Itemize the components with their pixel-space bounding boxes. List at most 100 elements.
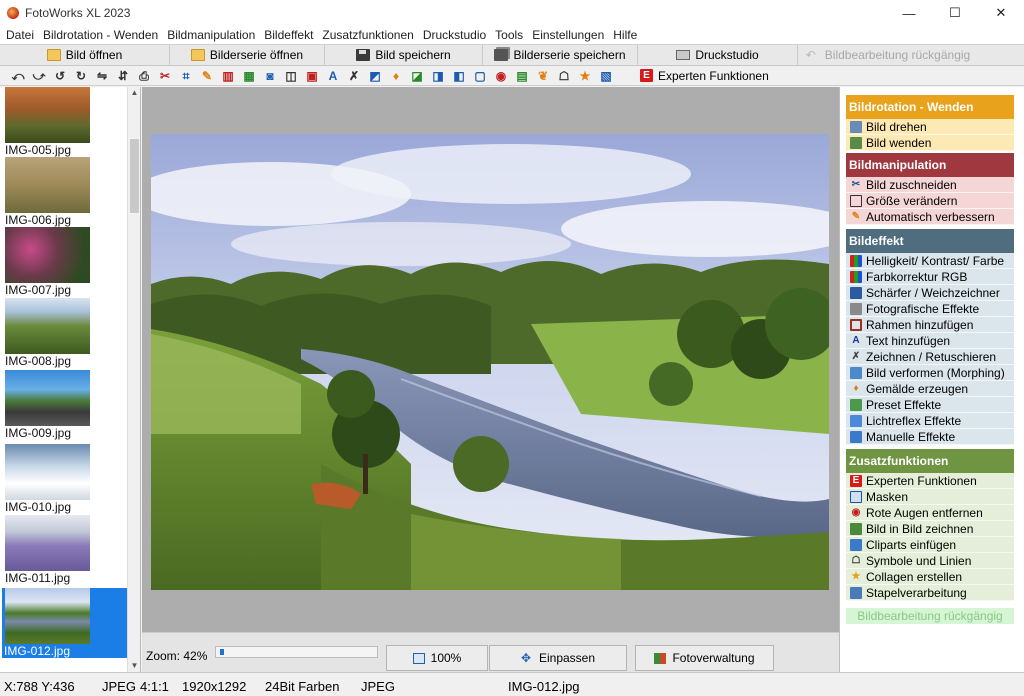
picture-in-picture-icon[interactable]: ▤ bbox=[515, 69, 529, 83]
scroll-down-icon[interactable]: ▼ bbox=[128, 660, 140, 672]
mask-icon[interactable]: ▢ bbox=[473, 69, 487, 83]
manual-effects-icon[interactable]: ◧ bbox=[452, 69, 466, 83]
draw-icon[interactable]: ✗ bbox=[347, 69, 361, 83]
rotate-right-icon[interactable]: ⤻ bbox=[32, 69, 46, 83]
farbkorrektur-item[interactable]: Farbkorrektur RGB bbox=[846, 269, 1014, 285]
groesse-item[interactable]: Größe verändern bbox=[846, 193, 1014, 209]
bild-in-bild-item[interactable]: Bild in Bild zeichnen bbox=[846, 521, 1014, 537]
thumbnail-item[interactable]: IMG-010.jpg bbox=[3, 444, 126, 514]
cliparts-item[interactable]: Cliparts einfügen bbox=[846, 537, 1014, 553]
manual-effects-icon bbox=[850, 430, 862, 443]
rotate-left-icon[interactable]: ⤺ bbox=[11, 69, 25, 83]
resize-icon[interactable]: ⌗ bbox=[179, 69, 193, 83]
main-photo[interactable] bbox=[151, 134, 829, 590]
zoom-100-button[interactable]: 100% bbox=[386, 645, 488, 671]
experten-item[interactable]: E Experten Funktionen bbox=[846, 473, 1014, 489]
bild-drehen-item[interactable]: Bild drehen bbox=[846, 119, 1014, 135]
flip-vertical-icon[interactable]: ⇵ bbox=[116, 69, 130, 83]
symbols-icon[interactable]: ☖ bbox=[557, 69, 571, 83]
color-rgb-icon[interactable]: ▦ bbox=[242, 69, 256, 83]
brightness-icon[interactable]: ▥ bbox=[221, 69, 235, 83]
sidebar-undo-button[interactable]: Bildbearbeitung rückgängig bbox=[846, 608, 1014, 624]
photo-effects-icon[interactable]: ◫ bbox=[284, 69, 298, 83]
thumbnail-scrollbar[interactable]: ▲ ▼ bbox=[127, 87, 140, 672]
lens-flare-icon[interactable]: ◨ bbox=[431, 69, 445, 83]
preset-item[interactable]: Preset Effekte bbox=[846, 397, 1014, 413]
undo-button[interactable]: ↶ Bildbearbeitung rückgängig bbox=[798, 45, 978, 65]
collagen-item[interactable]: ★ Collagen erstellen bbox=[846, 569, 1014, 585]
lichtreflex-item[interactable]: Lichtreflex Effekte bbox=[846, 413, 1014, 429]
flip-horizontal-icon[interactable]: ⇋ bbox=[95, 69, 109, 83]
scroll-up-icon[interactable]: ▲ bbox=[128, 87, 140, 99]
thumbnail-item[interactable]: IMG-005.jpg bbox=[3, 87, 126, 157]
menu-hilfe[interactable]: Hilfe bbox=[610, 28, 640, 42]
menu-einstellungen[interactable]: Einstellungen bbox=[529, 28, 607, 42]
text-icon[interactable]: A bbox=[326, 69, 340, 83]
masken-item[interactable]: Masken bbox=[846, 489, 1014, 505]
thumbnail-image bbox=[5, 298, 90, 354]
image-canvas bbox=[142, 87, 839, 632]
minimize-button[interactable]: — bbox=[886, 0, 932, 26]
print-icon[interactable]: ⎙ bbox=[137, 69, 151, 83]
gemaelde-item[interactable]: ♦ Gemälde erzeugen bbox=[846, 381, 1014, 397]
frame-icon[interactable]: ▣ bbox=[305, 69, 319, 83]
open-image-button[interactable]: Bild öffnen bbox=[0, 45, 170, 65]
save-image-button[interactable]: Bild speichern bbox=[325, 45, 483, 65]
preset-icon[interactable]: ◪ bbox=[410, 69, 424, 83]
zoom-slider-handle[interactable] bbox=[220, 649, 224, 655]
zuschneiden-item[interactable]: ✂ Bild zuschneiden bbox=[846, 177, 1014, 193]
maximize-button[interactable]: ☐ bbox=[932, 0, 978, 26]
undo-icon: ↶ bbox=[805, 48, 816, 62]
symbols-icon: ☖ bbox=[851, 554, 861, 566]
open-series-button[interactable]: Bilderserie öffnen bbox=[170, 45, 325, 65]
fotografische-item[interactable]: Fotografische Effekte bbox=[846, 301, 1014, 317]
zoom-slider[interactable] bbox=[215, 646, 378, 658]
thumbnail-item[interactable]: IMG-009.jpg bbox=[3, 370, 126, 440]
menu-zusatzfunktionen[interactable]: Zusatzfunktionen bbox=[319, 28, 416, 42]
thumbnail-item[interactable]: IMG-006.jpg bbox=[3, 157, 126, 227]
photo-manager-label: Fotoverwaltung bbox=[672, 651, 755, 665]
rotate-ccw-icon[interactable]: ↺ bbox=[53, 69, 67, 83]
auto-enhance-icon[interactable]: ✎ bbox=[200, 69, 214, 83]
text-item[interactable]: A Text hinzufügen bbox=[846, 333, 1014, 349]
menu-druckstudio[interactable]: Druckstudio bbox=[420, 28, 489, 42]
batch-icon[interactable]: ▧ bbox=[599, 69, 613, 83]
menu-bildeffekt[interactable]: Bildeffekt bbox=[261, 28, 316, 42]
menu-tools[interactable]: Tools bbox=[492, 28, 526, 42]
print-studio-button[interactable]: Druckstudio bbox=[638, 45, 798, 65]
rotate-cw-icon[interactable]: ↻ bbox=[74, 69, 88, 83]
thumbnail-item-selected[interactable]: IMG-012.jpg bbox=[2, 588, 127, 658]
collage-star-icon[interactable]: ★ bbox=[578, 69, 592, 83]
stapel-item[interactable]: Stapelverarbeitung bbox=[846, 585, 1014, 601]
zeichnen-item[interactable]: ✗ Zeichnen / Retuschieren bbox=[846, 349, 1014, 365]
symbole-item[interactable]: ☖ Symbole und Linien bbox=[846, 553, 1014, 569]
thumbnail-item[interactable]: IMG-011.jpg bbox=[3, 515, 126, 585]
schaerfer-item[interactable]: Schärfer / Weichzeichner bbox=[846, 285, 1014, 301]
section-title: Bildeffekt bbox=[846, 229, 1014, 253]
thumbnail-item[interactable]: IMG-008.jpg bbox=[3, 298, 126, 368]
photo-manager-button[interactable]: Fotoverwaltung bbox=[635, 645, 774, 671]
bild-wenden-item[interactable]: Bild wenden bbox=[846, 135, 1014, 151]
undo-label: Bildbearbeitung rückgängig bbox=[824, 48, 971, 62]
morph-icon[interactable]: ◩ bbox=[368, 69, 382, 83]
save-series-button[interactable]: Bilderserie speichern bbox=[483, 45, 638, 65]
crop-icon[interactable]: ✂ bbox=[158, 69, 172, 83]
expert-functions-button[interactable]: E Experten Funktionen bbox=[640, 69, 769, 83]
rote-augen-item[interactable]: ◉ Rote Augen entfernen bbox=[846, 505, 1014, 521]
clipart-icon[interactable]: ❦ bbox=[536, 69, 550, 83]
red-eye-icon[interactable]: ◉ bbox=[494, 69, 508, 83]
fit-button[interactable]: ✥ Einpassen bbox=[489, 645, 627, 671]
manuelle-item[interactable]: Manuelle Effekte bbox=[846, 429, 1014, 445]
rahmen-item[interactable]: Rahmen hinzufügen bbox=[846, 317, 1014, 333]
close-button[interactable]: ✕ bbox=[978, 0, 1024, 26]
morphing-item[interactable]: Bild verformen (Morphing) bbox=[846, 365, 1014, 381]
menu-bildrotation[interactable]: Bildrotation - Wenden bbox=[40, 28, 161, 42]
scrollbar-thumb[interactable] bbox=[130, 139, 139, 213]
helligkeit-item[interactable]: Helligkeit/ Kontrast/ Farbe bbox=[846, 253, 1014, 269]
auto-verbessern-item[interactable]: ✎ Automatisch verbessern bbox=[846, 209, 1014, 225]
menu-bildmanipulation[interactable]: Bildmanipulation bbox=[164, 28, 258, 42]
sharpen-icon[interactable]: ◙ bbox=[263, 69, 277, 83]
menu-datei[interactable]: Datei bbox=[3, 28, 37, 42]
thumbnail-item[interactable]: IMG-007.jpg bbox=[3, 227, 126, 297]
painting-icon[interactable]: ♦ bbox=[389, 69, 403, 83]
